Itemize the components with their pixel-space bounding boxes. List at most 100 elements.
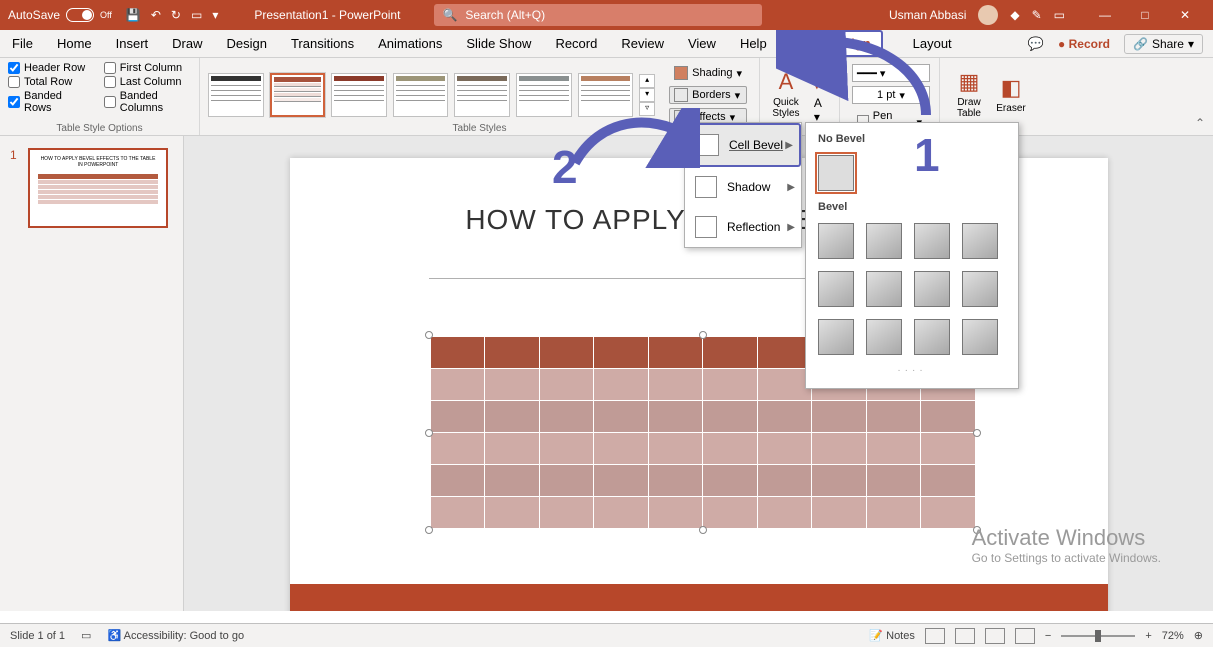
tab-transitions[interactable]: Transitions [279,30,366,57]
tab-home[interactable]: Home [45,30,104,57]
slide-counter: Slide 1 of 1 [10,630,65,642]
opt-header-row[interactable]: Header Row [8,62,90,74]
tab-view[interactable]: View [676,30,728,57]
notes-button[interactable]: 📝 Notes [869,629,915,642]
menu-reflection[interactable]: Reflection ▶ [685,207,801,247]
toggle-icon [66,8,94,22]
gallery-up[interactable]: ▴ [639,74,655,88]
eraser-button[interactable]: ◧Eraser [990,62,1032,126]
draw-table-button[interactable]: ▦Draw Table [948,62,990,126]
tab-record[interactable]: Record [543,30,609,57]
draw-table-icon: ▦ [959,69,980,95]
qat-more-icon[interactable]: ▾ [212,8,218,22]
close-button[interactable]: ✕ [1165,0,1205,30]
bevel-option-3[interactable] [914,223,950,259]
undo-icon[interactable]: ↶ [151,8,161,22]
tab-review[interactable]: Review [609,30,676,57]
pen-style-select[interactable]: ━━━ ▾ [852,64,930,82]
autosave-toggle[interactable]: AutoSave Off [8,8,112,22]
thumb-title: HOW TO APPLY BEVEL EFFECTS TO THE TABLE … [38,156,158,168]
save-icon[interactable]: 💾 [126,8,141,22]
bevel-option-1[interactable] [818,223,854,259]
tab-animations[interactable]: Animations [366,30,454,57]
chevron-right-icon: ▶ [787,222,795,233]
bevel-option-7[interactable] [914,271,950,307]
zoom-out-button[interactable]: − [1045,630,1051,642]
spellcheck-icon[interactable]: ▭ [81,629,91,642]
minimize-button[interactable]: — [1085,0,1125,30]
tab-layout[interactable]: Layout [901,30,964,57]
zoom-in-button[interactable]: + [1145,630,1151,642]
wordart-icon: A [779,69,794,95]
diamond-icon[interactable]: ◆ [1010,8,1019,22]
bevel-none[interactable] [818,155,854,191]
shading-button[interactable]: Shading ▾ [669,64,747,82]
tab-table-design[interactable]: Table Design [779,30,883,57]
no-bevel-label: No Bevel [806,129,1018,149]
document-title: Presentation1 - PowerPoint [254,8,400,22]
share-button[interactable]: 🔗 Share ▾ [1124,34,1203,54]
opt-last-col[interactable]: Last Column [104,76,191,88]
tab-help[interactable]: Help [728,30,779,57]
tab-insert[interactable]: Insert [104,30,161,57]
tab-draw[interactable]: Draw [160,30,214,57]
gallery-more[interactable]: ▿ [639,102,655,116]
sorter-view-button[interactable] [955,628,975,644]
coming-soon-icon[interactable]: ✎ [1032,8,1042,22]
normal-view-button[interactable] [925,628,945,644]
annotation-number-2: 2 [552,140,578,194]
quick-styles-button[interactable]: AQuick Styles [768,62,804,126]
autosave-state: Off [100,10,112,20]
search-placeholder: Search (Alt+Q) [465,8,545,22]
collapse-ribbon-icon[interactable]: ⌃ [1195,116,1205,130]
bevel-option-5[interactable] [818,271,854,307]
shading-icon [674,66,688,80]
search-box[interactable]: 🔍 Search (Alt+Q) [434,4,762,26]
bevel-option-11[interactable] [914,319,950,355]
slide-panel: 1 HOW TO APPLY BEVEL EFFECTS TO THE TABL… [0,136,184,611]
comments-icon[interactable]: 💬 [1028,36,1044,52]
text-fill-icon[interactable]: A ▾ [814,64,827,92]
user-avatar[interactable] [978,5,998,25]
slideshow-view-button[interactable] [1015,628,1035,644]
opt-banded-cols[interactable]: Banded Columns [104,90,191,114]
menu-cell-bevel[interactable]: Cell Bevel ▶ [685,123,801,167]
bevel-submenu: No Bevel Bevel ···· [805,122,1019,389]
borders-icon [674,88,688,102]
ribbon-mode-icon[interactable]: ▭ [1054,8,1065,22]
reading-view-button[interactable] [985,628,1005,644]
record-button[interactable]: ● Record [1058,37,1110,51]
table-styles-gallery[interactable]: ▴ ▾ ▿ Shading ▾ Borders ▾ Effects ▾ [208,62,751,128]
bevel-option-6[interactable] [866,271,902,307]
search-icon: 🔍 [442,8,457,22]
tab-file[interactable]: File [0,30,45,57]
present-icon[interactable]: ▭ [191,8,202,22]
bevel-option-2[interactable] [866,223,902,259]
zoom-slider[interactable] [1061,635,1135,637]
tab-slideshow[interactable]: Slide Show [454,30,543,57]
bevel-option-12[interactable] [962,319,998,355]
opt-total-row[interactable]: Total Row [8,76,90,88]
title-bar: AutoSave Off 💾 ↶ ↻ ▭ ▾ Presentation1 - P… [0,0,1213,30]
opt-banded-rows[interactable]: Banded Rows [8,90,90,114]
accessibility-status[interactable]: ♿ Accessibility: Good to go [107,629,244,642]
tab-design[interactable]: Design [215,30,279,57]
text-outline-icon[interactable]: A ▾ [814,96,827,124]
bevel-option-8[interactable] [962,271,998,307]
ribbon-tabs: File Home Insert Draw Design Transitions… [0,30,1213,58]
gallery-down[interactable]: ▾ [639,88,655,102]
activate-windows-watermark: Activate Windows Go to Settings to activ… [972,525,1161,565]
pen-weight-select[interactable]: 1 pt ▾ [852,86,930,104]
borders-button[interactable]: Borders ▾ [669,86,747,104]
bevel-option-9[interactable] [818,319,854,355]
slide-thumbnail-1[interactable]: HOW TO APPLY BEVEL EFFECTS TO THE TABLE … [28,148,168,228]
opt-first-col[interactable]: First Column [104,62,191,74]
menu-shadow[interactable]: Shadow ▶ [685,167,801,207]
bevel-option-10[interactable] [866,319,902,355]
maximize-button[interactable]: □ [1125,0,1165,30]
eraser-icon: ◧ [1001,75,1022,101]
zoom-level[interactable]: 72% [1162,630,1184,642]
fit-window-button[interactable]: ⊕ [1194,629,1203,642]
redo-icon[interactable]: ↻ [171,8,181,22]
bevel-option-4[interactable] [962,223,998,259]
